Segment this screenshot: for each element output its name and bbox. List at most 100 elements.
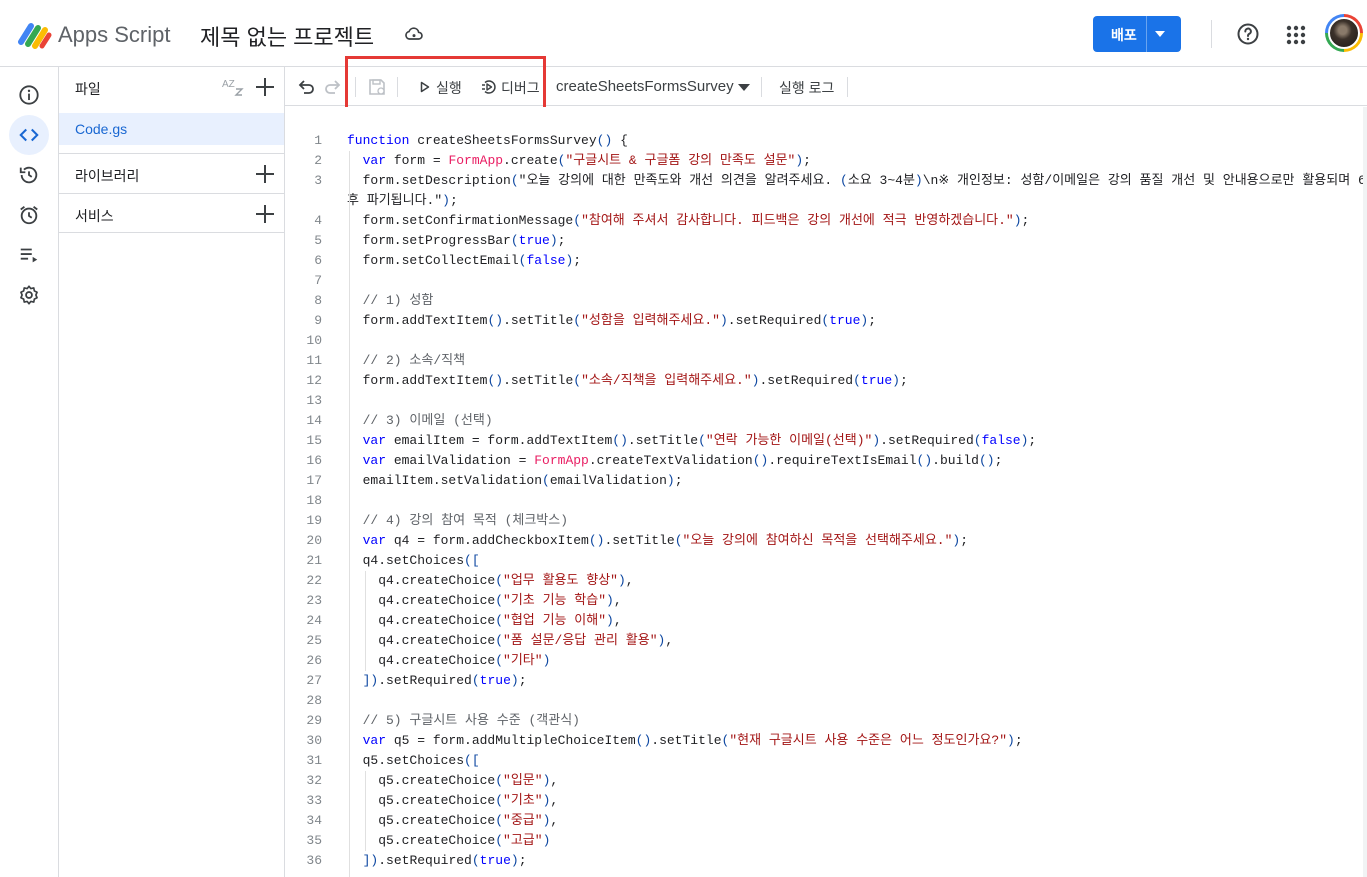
code-line[interactable]: 36 ]).setRequired(true); <box>286 851 1363 871</box>
code-text: ]).setRequired(true); <box>362 673 527 688</box>
code-line[interactable]: 24 q4.createChoice("협업 기능 이해"), <box>286 611 1363 631</box>
line-number: 36 <box>306 853 322 868</box>
code-line[interactable]: 31 q5.setChoices([ <box>286 751 1363 771</box>
toolbar-divider <box>847 77 848 97</box>
file-name: Code.gs <box>75 121 128 137</box>
code-text: form.addTextItem().setTitle("성함을 입력해주세요.… <box>347 313 877 328</box>
code-line[interactable]: 6 form.setCollectEmail(false); <box>286 251 1363 271</box>
line-number: 3 <box>314 173 322 188</box>
function-name: createSheetsFormsSurvey <box>556 78 734 95</box>
code-area[interactable]: 1 function createSheetsFormsSurvey() {2 v… <box>286 107 1367 877</box>
undo-icon[interactable] <box>296 77 316 97</box>
chevron-down-icon <box>738 84 750 91</box>
rail-settings[interactable] <box>9 275 49 315</box>
code-line[interactable]: 2 var form = FormApp.create("구글시트 & 구글폼 … <box>286 151 1363 171</box>
code-line[interactable]: 10 <box>286 331 1363 351</box>
code-line[interactable]: 7 <box>286 271 1363 291</box>
add-service-icon[interactable] <box>256 205 274 223</box>
code-text: q5.setChoices([ <box>347 753 480 768</box>
code-line[interactable]: 22 q4.createChoice("업무 활용도 향상"), <box>286 571 1363 591</box>
rail-triggers[interactable] <box>9 195 49 235</box>
line-number: 16 <box>306 453 322 468</box>
code-line[interactable]: 34 q5.createChoice("중급"), <box>286 811 1363 831</box>
rail-executions[interactable] <box>9 235 49 275</box>
code-text: q5.createChoice("기초"), <box>347 793 559 808</box>
sort-az-icon[interactable]: AZ <box>222 78 244 96</box>
code-line[interactable]: 33 q5.createChoice("기초"), <box>286 791 1363 811</box>
line-number: 7 <box>314 273 322 288</box>
code-line[interactable]: 28 <box>286 691 1363 711</box>
code-line[interactable]: 35 q5.createChoice("고급") <box>286 831 1363 851</box>
line-number: 12 <box>306 373 322 388</box>
code-line[interactable]: 14 // 3) 이메일 (선택) <box>286 411 1363 431</box>
apps-grid-icon[interactable] <box>1285 24 1307 46</box>
code-line[interactable]: 1 function createSheetsFormsSurvey() { <box>286 131 1363 151</box>
code-line[interactable]: 4 form.setConfirmationMessage("참여해 주셔서 감… <box>286 211 1363 231</box>
avatar[interactable] <box>1325 14 1363 52</box>
code-line[interactable]: 26 q4.createChoice("기타") <box>286 651 1363 671</box>
info-icon <box>19 85 39 105</box>
code-line[interactable]: 32 q5.createChoice("입문"), <box>286 771 1363 791</box>
editor-scrollbar[interactable] <box>1363 107 1367 877</box>
code-line[interactable]: 30 var q5 = form.addMultipleChoiceItem()… <box>286 731 1363 751</box>
code-line[interactable]: 19 // 4) 강의 참여 목적 (체크박스) <box>286 511 1363 531</box>
code-line[interactable]: 13 <box>286 391 1363 411</box>
rail-history[interactable] <box>9 155 49 195</box>
app-name: Apps Script <box>58 22 171 47</box>
chevron-down-icon[interactable] <box>1155 31 1165 37</box>
services-section[interactable]: 서비스 <box>59 193 285 233</box>
code-line[interactable]: 15 var emailItem = form.addTextItem().se… <box>286 431 1363 451</box>
project-title[interactable]: 제목 없는 프로젝트 <box>200 20 374 52</box>
code-text: function createSheetsFormsSurvey() { <box>347 133 628 148</box>
code-line[interactable]: 11 // 2) 소속/직책 <box>286 351 1363 371</box>
highlight-box <box>345 56 546 111</box>
code-line[interactable]: 12 form.addTextItem().setTitle("소속/직책을 입… <box>286 371 1363 391</box>
execution-log-button[interactable]: 실행 로그 <box>779 78 834 98</box>
code-line[interactable]: 9 form.addTextItem().setTitle("성함을 입력해주세… <box>286 311 1363 331</box>
add-library-icon[interactable] <box>256 165 274 183</box>
code-line[interactable]: 23 q4.createChoice("기초 기능 학습"), <box>286 591 1363 611</box>
code-text: ]).setRequired(true); <box>362 853 527 868</box>
line-number: 2 <box>314 153 322 168</box>
code-line[interactable]: 3 form.setDescription("오늘 강의에 대한 만족도와 개선… <box>286 171 1367 191</box>
line-number: 10 <box>306 333 322 348</box>
line-number: 31 <box>306 753 322 768</box>
rail-overview[interactable] <box>9 75 49 115</box>
deploy-divider <box>1146 16 1147 52</box>
help-icon[interactable] <box>1236 22 1260 46</box>
code-line[interactable]: 17 emailItem.setValidation(emailValidati… <box>286 471 1363 491</box>
libraries-section[interactable]: 라이브러리 <box>59 153 285 193</box>
code-line[interactable]: 5 form.setProgressBar(true); <box>286 231 1363 251</box>
rail-editor[interactable] <box>9 115 49 155</box>
line-number: 8 <box>314 293 322 308</box>
code-line[interactable]: 29 // 5) 구글시트 사용 수준 (객관식) <box>286 711 1363 731</box>
code-line[interactable]: 8 // 1) 성함 <box>286 291 1363 311</box>
code-line[interactable]: 18 <box>286 491 1363 511</box>
apps-script-logo[interactable] <box>18 20 52 50</box>
code-line[interactable]: 16 var emailValidation = FormApp.createT… <box>286 451 1363 471</box>
code-line[interactable]: 21 q4.setChoices([ <box>286 551 1363 571</box>
code-line[interactable]: 27 ]).setRequired(true); <box>286 671 1363 691</box>
svg-text:AZ: AZ <box>222 79 235 90</box>
code-line[interactable]: 20 var q4 = form.addCheckboxItem().setTi… <box>286 531 1363 551</box>
services-label: 서비스 <box>75 208 114 224</box>
add-file-icon[interactable] <box>256 78 274 96</box>
function-select[interactable]: createSheetsFormsSurvey <box>550 67 755 106</box>
line-number: 28 <box>306 693 322 708</box>
code-editor[interactable]: 1 function createSheetsFormsSurvey() {2 v… <box>286 107 1367 877</box>
trigger-clock-icon <box>20 206 38 225</box>
code-text: emailItem.setValidation(emailValidation)… <box>347 473 683 488</box>
file-item-code-gs[interactable]: Code.gs <box>59 113 284 145</box>
line-number: 21 <box>306 553 322 568</box>
line-number: 22 <box>306 573 322 588</box>
code-line[interactable]: 25 q4.createChoice("폼 설문/응답 관리 활용"), <box>286 631 1363 651</box>
code-text: form.setConfirmationMessage("참여해 주셔서 감사합… <box>347 213 1030 228</box>
line-number: 4 <box>314 213 322 228</box>
deploy-button[interactable]: 배포 <box>1093 16 1181 52</box>
redo-icon[interactable] <box>323 77 343 97</box>
line-number: 6 <box>314 253 322 268</box>
files-header: 파일 AZ <box>59 67 285 107</box>
line-number: 18 <box>306 493 322 508</box>
code-line[interactable]: 후 파기됩니다."); <box>286 191 1363 211</box>
code-text: form.setProgressBar(true); <box>347 233 566 248</box>
